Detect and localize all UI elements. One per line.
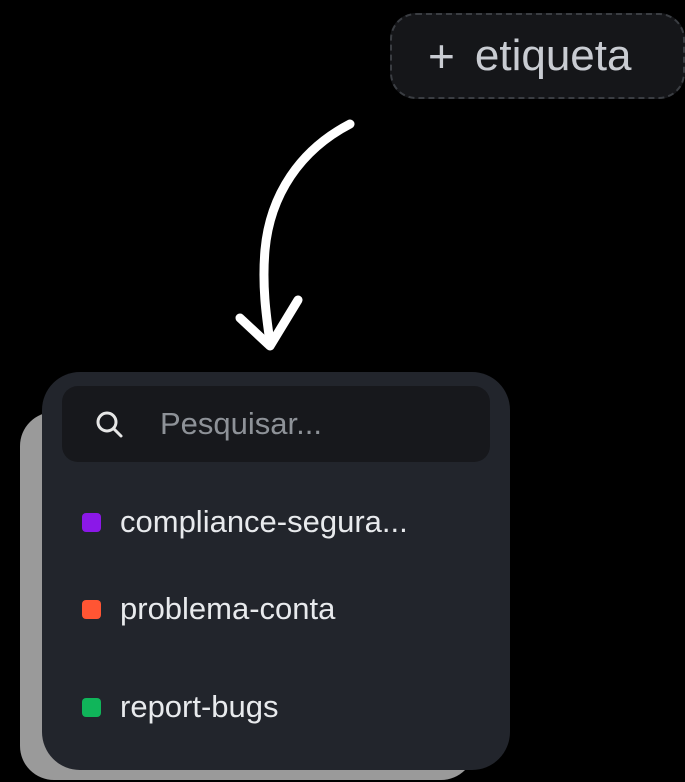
tag-option-report-bugs[interactable]: report-bugs xyxy=(62,658,490,756)
page: + etiqueta compliance-segura... problema… xyxy=(0,0,685,782)
tag-dropdown: compliance-segura... problema-conta repo… xyxy=(42,372,510,770)
tag-color-swatch xyxy=(82,512,101,532)
tag-label: report-bugs xyxy=(120,689,279,724)
add-tag-label: etiqueta xyxy=(474,31,632,80)
tag-color-swatch xyxy=(82,697,101,717)
search-box xyxy=(62,386,490,462)
tag-option-problema-conta[interactable]: problema-conta xyxy=(62,560,490,658)
tag-list: compliance-segura... problema-conta repo… xyxy=(62,484,490,756)
search-input[interactable] xyxy=(160,406,460,442)
tag-label: compliance-segura... xyxy=(120,504,408,539)
tag-color-swatch xyxy=(82,599,101,619)
tag-option-compliance[interactable]: compliance-segura... xyxy=(62,484,490,560)
add-tag-button[interactable]: + etiqueta xyxy=(390,13,685,99)
plus-icon: + xyxy=(428,30,455,82)
search-icon xyxy=(96,411,123,438)
tag-label: problema-conta xyxy=(120,591,336,626)
